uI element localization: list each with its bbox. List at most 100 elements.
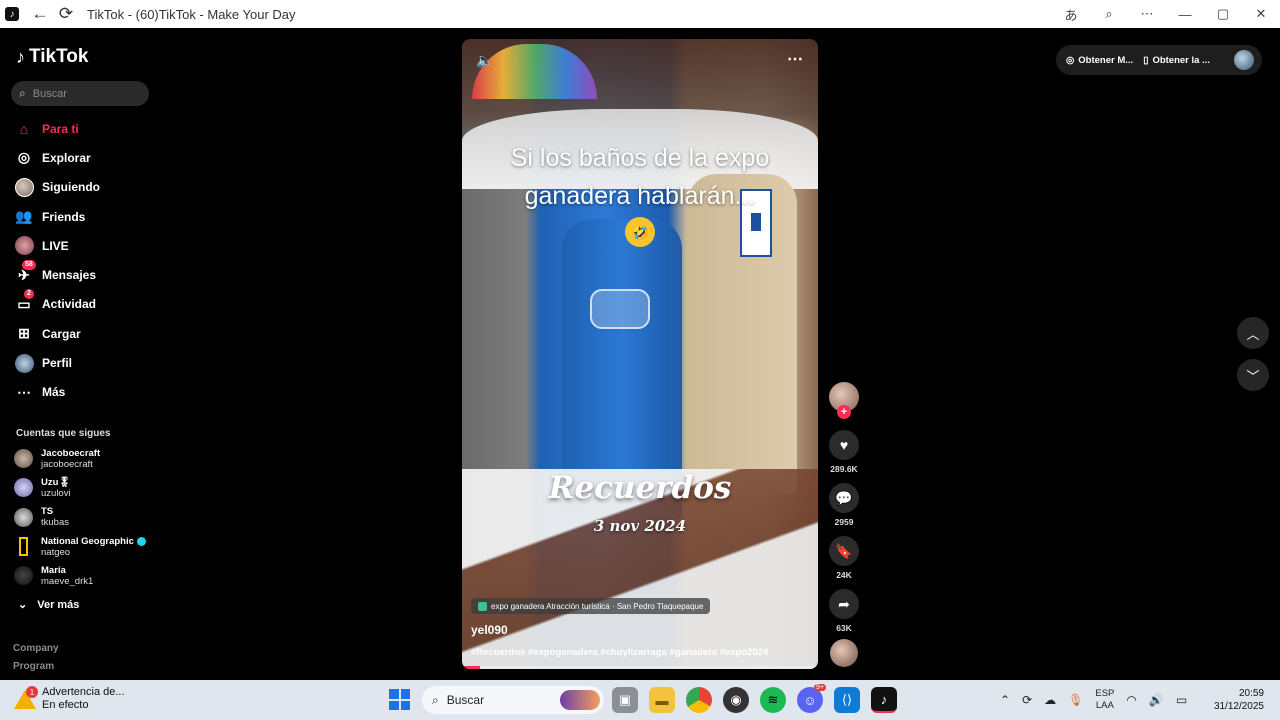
sync-icon[interactable]: ⟳ bbox=[1022, 693, 1032, 707]
vscode-icon[interactable]: ⟨⟩ bbox=[834, 687, 860, 713]
cloud-icon[interactable]: ☁ bbox=[1044, 693, 1056, 707]
video-progress-bar[interactable] bbox=[462, 666, 818, 669]
profile-avatar[interactable] bbox=[1234, 50, 1254, 70]
spotify-icon[interactable]: ≋ bbox=[760, 687, 786, 713]
comment-button[interactable]: 💬 2959 bbox=[826, 483, 862, 527]
video-more-icon[interactable]: ⋯ bbox=[787, 49, 804, 69]
obs-icon[interactable]: ◉ bbox=[723, 687, 749, 713]
profile-avatar-icon bbox=[14, 353, 34, 373]
back-icon[interactable]: ← bbox=[27, 1, 53, 27]
chevron-up-icon[interactable]: ⌃ bbox=[1000, 693, 1010, 707]
more-icon[interactable]: ⋯ bbox=[1128, 6, 1166, 22]
chrome-icon[interactable] bbox=[686, 687, 712, 713]
microphone-icon[interactable]: 🎙 bbox=[1068, 693, 1083, 707]
clock-time: 20:59 bbox=[1238, 688, 1264, 699]
nav-label: Cargar bbox=[42, 326, 81, 341]
volume-icon[interactable]: 🔊 bbox=[1149, 693, 1164, 707]
video-player[interactable]: 🔈 ⋯ Si los baños de la expo ganadera hab… bbox=[462, 39, 818, 669]
nav-cargar[interactable]: ⊞ Cargar bbox=[14, 319, 164, 348]
get-mobile-button[interactable]: ▯ Obtener la ... bbox=[1143, 55, 1210, 66]
get-app-button[interactable]: ◎ Obtener M... bbox=[1066, 55, 1133, 66]
music-disc-icon[interactable] bbox=[830, 639, 858, 667]
file-explorer-icon[interactable]: ▬ bbox=[649, 687, 675, 713]
nav-mas[interactable]: ⋯ Más bbox=[14, 378, 164, 407]
refresh-icon[interactable]: ⟳ bbox=[53, 1, 79, 27]
search-placeholder: Buscar bbox=[32, 87, 67, 100]
nav-para-ti[interactable]: ⌂ Para ti bbox=[14, 114, 164, 143]
see-more-button[interactable]: ⌄ Ver más bbox=[18, 598, 79, 612]
nav-friends[interactable]: 👥 Friends bbox=[14, 202, 164, 231]
search-input[interactable]: ⌕ Buscar bbox=[11, 81, 149, 106]
minimize-icon[interactable]: — bbox=[1166, 7, 1204, 22]
like-button[interactable]: ♥ 289.6K bbox=[826, 430, 862, 474]
next-video-button[interactable]: ﹀ bbox=[1237, 359, 1269, 391]
system-clock[interactable]: 20:59 31/12/2025 bbox=[1214, 687, 1264, 713]
previous-video-button[interactable]: ︿ bbox=[1237, 317, 1269, 349]
video-author[interactable]: yel090 bbox=[471, 623, 508, 637]
video-actions: + ♥ 289.6K 💬 2959 🔖 24K ➦ 63K bbox=[826, 382, 862, 667]
video-date-text: 3 nov 2024 bbox=[593, 517, 687, 535]
following-account[interactable]: Jacoboecraft jacoboecraft bbox=[14, 444, 169, 473]
account-name: TS bbox=[41, 506, 54, 518]
tiktok-icon: ♪ bbox=[5, 7, 19, 21]
video-scene-logo bbox=[590, 289, 650, 329]
share-button[interactable]: ➦ 63K bbox=[826, 589, 862, 633]
activity-icon: ▭ 2 bbox=[14, 289, 34, 314]
save-button[interactable]: 🔖 24K bbox=[826, 536, 862, 580]
following-account[interactable]: Uzu🎖 uzulovi bbox=[14, 473, 169, 502]
warning-icon: 1 bbox=[14, 686, 38, 710]
battery-icon[interactable]: ▭ bbox=[1176, 693, 1187, 707]
nav-mensajes[interactable]: ✈ 58 Mensajes bbox=[14, 260, 164, 289]
comment-count: 2959 bbox=[834, 517, 854, 527]
warning-notification[interactable]: 1 Advertencia de... En efecto bbox=[14, 686, 125, 712]
maximize-icon[interactable]: ▢ bbox=[1204, 6, 1242, 22]
location-text: expo ganadera Atracción turística · San … bbox=[491, 601, 704, 611]
taskbar-search[interactable]: ⌕ Buscar bbox=[422, 686, 604, 714]
windows-taskbar: 1 Advertencia de... En efecto ⌕ Buscar ▣… bbox=[0, 680, 1280, 720]
upload-icon: ⊞ bbox=[18, 325, 30, 342]
following-avatar-icon bbox=[14, 177, 34, 197]
creator-avatar[interactable]: + bbox=[829, 382, 859, 419]
zoom-icon[interactable]: ⌕ bbox=[1090, 6, 1128, 22]
logo-text: TikTok bbox=[29, 46, 89, 67]
task-view-icon[interactable]: ▣ bbox=[612, 687, 638, 713]
translate-icon[interactable]: あ bbox=[1052, 5, 1090, 24]
footer-link-company[interactable]: Company bbox=[13, 640, 59, 658]
messages-icon: ✈ 58 bbox=[14, 260, 36, 285]
nav-live[interactable]: LIVE bbox=[14, 231, 164, 260]
footer-link-program[interactable]: Program bbox=[13, 658, 59, 676]
nav-label: Siguiendo bbox=[42, 180, 100, 195]
nav-actividad[interactable]: ▭ 2 Actividad bbox=[14, 289, 164, 319]
nav-siguiendo[interactable]: Siguiendo bbox=[14, 173, 164, 202]
follow-plus-icon[interactable]: + bbox=[837, 405, 851, 419]
volume-icon[interactable]: 🔈 bbox=[476, 52, 493, 69]
video-caption-overlay: Si los baños de la expo ganadera hablará… bbox=[462, 139, 818, 215]
nav-explorar[interactable]: ◎ Explorar bbox=[14, 143, 164, 172]
nav-label: Más bbox=[42, 385, 66, 400]
nav-perfil[interactable]: Perfil bbox=[14, 348, 164, 377]
browser-titlebar: ♪ ← ⟳ TikTok - (60)TikTok - Make Your Da… bbox=[0, 0, 1280, 28]
following-account[interactable]: National Geographic natgeo bbox=[14, 532, 169, 561]
tiktok-taskbar-icon[interactable]: ♪ bbox=[871, 687, 897, 713]
tiktok-logo[interactable]: ♪ TikTok bbox=[16, 46, 88, 68]
search-icon: ⌕ bbox=[432, 692, 439, 707]
nav-label: Para ti bbox=[42, 121, 79, 136]
activity-badge: 2 bbox=[24, 289, 34, 300]
avatar bbox=[14, 449, 33, 469]
avatar bbox=[14, 507, 33, 527]
video-hashtags[interactable]: #Recuerdos #expoganadera #chuylizarraga … bbox=[471, 647, 768, 658]
chevron-down-icon: ⌄ bbox=[18, 599, 28, 611]
overlay-line-1: Si los baños de la expo bbox=[510, 144, 770, 172]
discord-icon[interactable]: ☺ 9+ bbox=[797, 684, 826, 713]
location-tag[interactable]: expo ganadera Atracción turística · San … bbox=[471, 598, 711, 614]
more-icon: ⋯ bbox=[17, 383, 31, 400]
following-account[interactable]: María maeve_drk1 bbox=[14, 561, 169, 590]
wifi-icon[interactable]: ◠ bbox=[1126, 693, 1136, 707]
following-account[interactable]: TS tkubas bbox=[14, 503, 169, 532]
account-user: natgeo bbox=[41, 546, 71, 558]
close-icon[interactable]: ✕ bbox=[1242, 6, 1280, 22]
language-indicator[interactable]: ESP LAA bbox=[1095, 688, 1114, 712]
language-line-2: LAA bbox=[1095, 700, 1114, 711]
account-user: maeve_drk1 bbox=[41, 575, 94, 587]
windows-start-icon[interactable] bbox=[389, 689, 410, 710]
